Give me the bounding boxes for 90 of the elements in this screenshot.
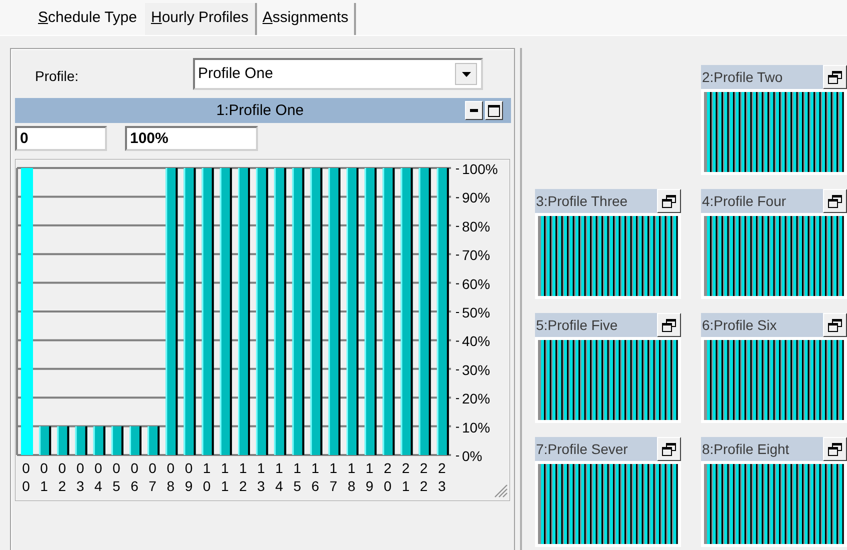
axis-tick-label: 60% — [462, 276, 490, 292]
caret-icon — [462, 72, 470, 76]
restore-button[interactable] — [823, 65, 847, 89]
window-title: 3:Profile Three — [535, 192, 629, 210]
hour-bar[interactable] — [166, 168, 178, 455]
range-field[interactable]: 0 — [15, 126, 107, 151]
hour-bar[interactable] — [238, 168, 250, 455]
axis-tick-label: 90% — [462, 190, 490, 206]
axis-tick-label: 70% — [462, 247, 490, 264]
window-title: 8:Profile Eight — [701, 440, 790, 459]
restore-button[interactable] — [823, 189, 847, 213]
hour-label: 02 — [58, 460, 66, 494]
restore-button[interactable] — [657, 437, 681, 461]
window-title: 6:Profile Six — [701, 316, 778, 334]
restore-button[interactable] — [823, 313, 847, 337]
hour-bar[interactable] — [184, 168, 196, 455]
restore-icon — [828, 70, 842, 84]
hour-bar[interactable] — [436, 168, 449, 455]
hour-bar[interactable] — [400, 168, 413, 455]
window-title: 4:Profile Four — [701, 192, 788, 210]
hour-bar[interactable] — [346, 168, 358, 455]
hour-bar[interactable] — [202, 168, 214, 455]
hour-label: 20 — [384, 460, 392, 494]
hour-label: 04 — [94, 460, 102, 494]
hour-bar[interactable] — [274, 168, 286, 455]
restore-icon — [828, 194, 842, 208]
restore-button[interactable] — [657, 313, 681, 337]
hour-label: 01 — [40, 460, 48, 494]
hour-label: 22 — [420, 460, 428, 494]
hour-bar[interactable] — [310, 168, 322, 455]
restore-icon — [828, 318, 842, 332]
hour-bar[interactable] — [328, 168, 340, 455]
hour-label: 00 — [22, 460, 30, 494]
range-field[interactable]: 100% — [125, 126, 258, 151]
hour-bar[interactable] — [130, 426, 142, 455]
axis-tick-label: 0% — [462, 448, 482, 464]
hour-label: 19 — [366, 460, 374, 494]
hour-label: 18 — [348, 460, 356, 494]
hour-label: 17 — [330, 460, 338, 494]
hour-label: 07 — [148, 460, 156, 494]
hour-bar[interactable] — [382, 168, 395, 455]
hour-label: 11 — [221, 460, 229, 494]
axis-tick-label: 10% — [462, 419, 490, 436]
restore-button[interactable] — [657, 189, 681, 213]
hour-bar[interactable] — [256, 168, 268, 455]
window-title: 1:Profile One — [215, 101, 305, 121]
minimize-icon — [470, 109, 478, 112]
hour-label: 12 — [239, 460, 247, 494]
minimize-button[interactable] — [465, 101, 483, 120]
hour-label: 15 — [293, 460, 302, 494]
axis-tick-label: 80% — [462, 218, 490, 234]
restore-icon — [662, 442, 676, 456]
hour-bar[interactable] — [364, 168, 377, 455]
resize-grip-icon[interactable] — [494, 484, 508, 498]
hour-label: 06 — [130, 460, 138, 494]
hour-bar[interactable] — [57, 426, 70, 455]
hour-label: 14 — [275, 460, 284, 494]
axis-tick-label: 20% — [462, 390, 490, 407]
window-title: 2:Profile Two — [701, 68, 784, 86]
hour-label: 09 — [184, 460, 193, 494]
maximize-icon — [488, 104, 500, 116]
hour-label: 21 — [402, 460, 410, 494]
axis-tick-label: 50% — [462, 304, 490, 320]
hour-label: 08 — [166, 460, 175, 494]
hour-label: 13 — [257, 460, 265, 494]
restore-icon — [828, 442, 842, 456]
hour-label: 03 — [76, 460, 84, 494]
hour-bar[interactable] — [292, 168, 304, 455]
window-title: 5:Profile Five — [535, 316, 619, 334]
hour-bar[interactable] — [220, 168, 232, 455]
tab[interactable]: Schedule Type — [32, 3, 145, 35]
hour-label: 16 — [311, 460, 320, 494]
window-title: 7:Profile Sever — [535, 440, 629, 458]
maximize-button[interactable] — [485, 101, 503, 120]
tab[interactable]: Assignments — [256, 3, 356, 35]
axis-tick-label: 40% — [462, 333, 490, 350]
restore-icon — [662, 194, 676, 208]
profile-label: Profile: — [35, 67, 80, 86]
hour-label: 05 — [112, 460, 120, 494]
hour-label: 23 — [438, 460, 446, 494]
tab[interactable]: Hourly Profiles — [144, 3, 257, 35]
restore-button[interactable] — [823, 437, 847, 461]
restore-icon — [662, 318, 676, 332]
hour-bar[interactable] — [148, 426, 160, 455]
axis-tick-label: 100% — [462, 161, 498, 177]
hour-bar[interactable] — [418, 168, 431, 455]
profile-dropdown[interactable]: Profile One — [193, 58, 483, 90]
hour-bar[interactable] — [39, 426, 52, 455]
axis-tick-label: 30% — [462, 362, 490, 378]
hour-label: 10 — [202, 460, 211, 494]
